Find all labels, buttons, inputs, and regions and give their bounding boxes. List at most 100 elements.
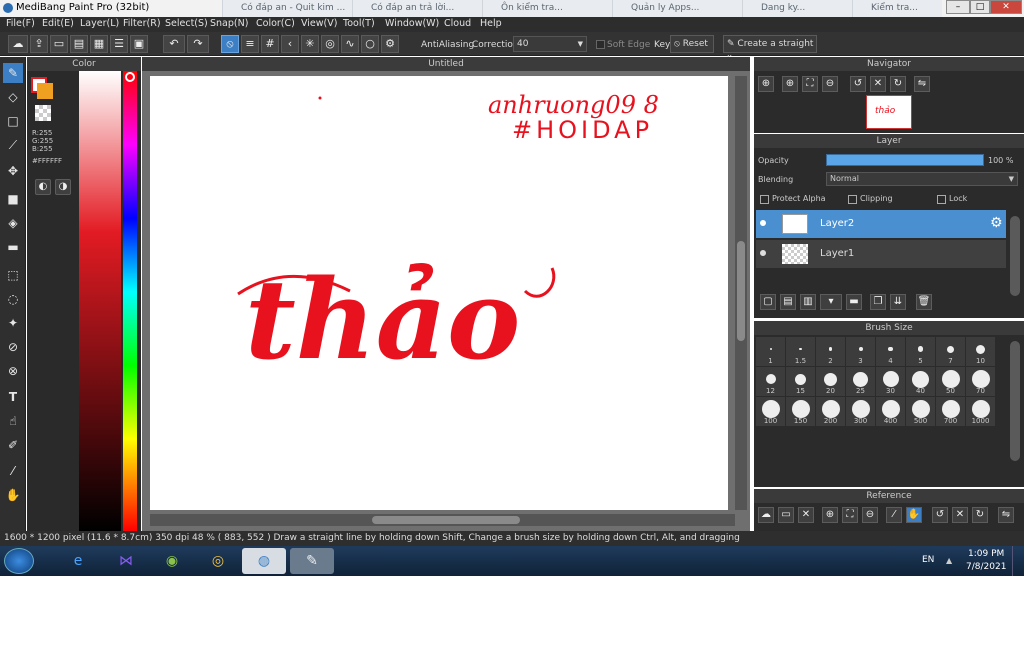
app-icon[interactable]: ◉ bbox=[150, 548, 194, 574]
list-icon[interactable]: ☰ bbox=[110, 35, 128, 53]
brush-size-scrollbar[interactable] bbox=[1010, 341, 1020, 461]
zoom-out-icon[interactable]: ⊖ bbox=[822, 76, 838, 92]
language-indicator[interactable]: EN bbox=[922, 555, 934, 565]
tray-chevron-icon[interactable]: ▲ bbox=[946, 556, 952, 565]
start-button[interactable] bbox=[4, 548, 34, 574]
layer-row[interactable]: Layer1 bbox=[756, 240, 1006, 268]
background-color-swatch[interactable] bbox=[37, 83, 53, 99]
menu-tool[interactable]: Tool(T) bbox=[343, 18, 375, 29]
dot-tool-icon[interactable]: ⟋ bbox=[3, 135, 23, 155]
hue-slider[interactable] bbox=[123, 71, 137, 531]
brush-size-cell[interactable]: 10 bbox=[966, 337, 995, 366]
horizontal-scroll-thumb[interactable] bbox=[372, 516, 520, 524]
brush-size-cell[interactable]: 100 bbox=[756, 397, 785, 426]
menu-window[interactable]: Window(W) bbox=[385, 18, 439, 29]
correction-dropdown[interactable]: 40 ▼ bbox=[513, 36, 587, 52]
brush-size-cell[interactable]: 700 bbox=[936, 397, 965, 426]
paint-taskbar-icon[interactable]: ✎ bbox=[290, 548, 334, 574]
lock-checkbox[interactable] bbox=[937, 195, 946, 204]
visibility-icon[interactable] bbox=[760, 250, 766, 256]
brush-size-cell[interactable]: 1 bbox=[756, 337, 785, 366]
chrome-icon[interactable]: ◎ bbox=[196, 548, 240, 574]
brush-size-cell[interactable]: 300 bbox=[846, 397, 875, 426]
flip-icon[interactable]: ⇋ bbox=[914, 76, 930, 92]
brush-size-cell[interactable]: 30 bbox=[876, 367, 905, 396]
opacity-slider[interactable] bbox=[826, 154, 984, 166]
browser-tab[interactable]: Quản ly Apps... bbox=[612, 0, 742, 17]
brush-size-cell[interactable]: 40 bbox=[906, 367, 935, 396]
internet-explorer-icon[interactable]: e bbox=[56, 548, 100, 574]
select-eraser-icon[interactable]: ⊗ bbox=[3, 361, 23, 381]
transparent-color-swatch[interactable] bbox=[35, 105, 51, 121]
menu-snap[interactable]: Snap(N) bbox=[210, 18, 248, 29]
brush-size-cell[interactable]: 150 bbox=[786, 397, 815, 426]
rotate-left-icon[interactable]: ↺ bbox=[932, 507, 948, 523]
ellipse-snap-icon[interactable]: ○ bbox=[361, 35, 379, 53]
magic-wand-icon[interactable]: ✦ bbox=[3, 313, 23, 333]
menu-filter[interactable]: Filter(R) bbox=[123, 18, 161, 29]
circle-snap-icon[interactable]: ◎ bbox=[321, 35, 339, 53]
text-tool-icon[interactable]: T bbox=[3, 387, 23, 407]
brush-size-cell[interactable]: 25 bbox=[846, 367, 875, 396]
select-pen-icon[interactable]: ⊘ bbox=[3, 337, 23, 357]
rotate-left-icon[interactable]: ↺ bbox=[850, 76, 866, 92]
brush-size-cell[interactable]: 500 bbox=[906, 397, 935, 426]
brush-size-cell[interactable]: 7 bbox=[936, 337, 965, 366]
eraser-tool-icon[interactable]: ◇ bbox=[3, 87, 23, 107]
clock-time[interactable]: 1:09 PM bbox=[968, 549, 1004, 559]
menu-cloud[interactable]: Cloud bbox=[444, 18, 471, 29]
gear-icon[interactable]: ⚙ bbox=[990, 215, 1003, 231]
chat-icon[interactable]: ▤ bbox=[70, 35, 88, 53]
soft-edge-checkbox[interactable] bbox=[596, 40, 605, 49]
palette-icon[interactable]: ◐ bbox=[35, 179, 51, 195]
brush-size-cell[interactable]: 2 bbox=[816, 337, 845, 366]
browser-tab[interactable]: Kiểm tra... bbox=[852, 0, 942, 17]
duplicate-layer-icon[interactable]: ❐ bbox=[870, 294, 886, 310]
vanishing-snap-icon[interactable]: ‹ bbox=[281, 35, 299, 53]
hue-handle[interactable] bbox=[125, 72, 135, 82]
browser-tab[interactable]: Có đáp an - Quit kim ... bbox=[222, 0, 352, 17]
snap-off-icon[interactable]: ⦸ bbox=[221, 35, 239, 53]
zoom-in-icon[interactable]: ⊕ bbox=[782, 76, 798, 92]
rectangle-tool-icon[interactable]: □ bbox=[3, 111, 23, 131]
brush-size-cell[interactable]: 400 bbox=[876, 397, 905, 426]
close-button[interactable]: ✕ bbox=[990, 0, 1022, 14]
comment-icon[interactable]: ▭ bbox=[50, 35, 68, 53]
zoom-in-icon[interactable]: ⊕ bbox=[822, 507, 838, 523]
menu-layer[interactable]: Layer(L) bbox=[80, 18, 119, 29]
visibility-icon[interactable] bbox=[760, 220, 766, 226]
browser-tab[interactable]: Dang ky... bbox=[742, 0, 852, 17]
saturation-brightness-picker[interactable] bbox=[79, 71, 121, 531]
browser-tab[interactable]: Ôn kiểm tra... bbox=[482, 0, 612, 17]
open-folder-icon[interactable]: ▭ bbox=[778, 507, 794, 523]
share-icon[interactable]: ⇪ bbox=[30, 35, 48, 53]
new-layer-icon[interactable]: ▢ bbox=[760, 294, 776, 310]
menu-file[interactable]: File(F) bbox=[6, 18, 35, 29]
visual-studio-icon[interactable]: ⋈ bbox=[104, 548, 148, 574]
operation-tool-icon[interactable]: ☝ bbox=[3, 411, 23, 431]
eyedropper-icon[interactable]: ⁄ bbox=[3, 461, 23, 481]
redo-icon[interactable]: ↷ bbox=[187, 35, 209, 53]
menu-help[interactable]: Help bbox=[480, 18, 502, 29]
clipping-checkbox[interactable] bbox=[848, 195, 857, 204]
menu-view[interactable]: View(V) bbox=[301, 18, 337, 29]
document-icon[interactable]: ▦ bbox=[90, 35, 108, 53]
brush-size-cell[interactable]: 4 bbox=[876, 337, 905, 366]
rotate-right-icon[interactable]: ↻ bbox=[972, 507, 988, 523]
blending-dropdown[interactable]: Normal ▼ bbox=[826, 172, 1018, 186]
lasso-icon[interactable]: ◌ bbox=[3, 289, 23, 309]
close-icon[interactable]: ✕ bbox=[798, 507, 814, 523]
reset-view-icon[interactable]: ✕ bbox=[952, 507, 968, 523]
brush-size-cell[interactable]: 1000 bbox=[966, 397, 995, 426]
hand-icon[interactable]: ✋ bbox=[906, 507, 922, 523]
brush-size-cell[interactable]: 12 bbox=[756, 367, 785, 396]
brush-size-cell[interactable]: 15 bbox=[786, 367, 815, 396]
brush-size-cell[interactable]: 50 bbox=[936, 367, 965, 396]
brush-size-cell[interactable]: 5 bbox=[906, 337, 935, 366]
layer-row-selected[interactable]: Layer2 ⚙ bbox=[756, 210, 1006, 238]
brush-size-cell[interactable]: 200 bbox=[816, 397, 845, 426]
crisscross-snap-icon[interactable]: # bbox=[261, 35, 279, 53]
zoom-in-icon[interactable]: ⊕ bbox=[758, 76, 774, 92]
brush-tool-icon[interactable]: ✎ bbox=[3, 63, 23, 83]
medibang-taskbar-icon[interactable]: ◍ bbox=[242, 548, 286, 574]
